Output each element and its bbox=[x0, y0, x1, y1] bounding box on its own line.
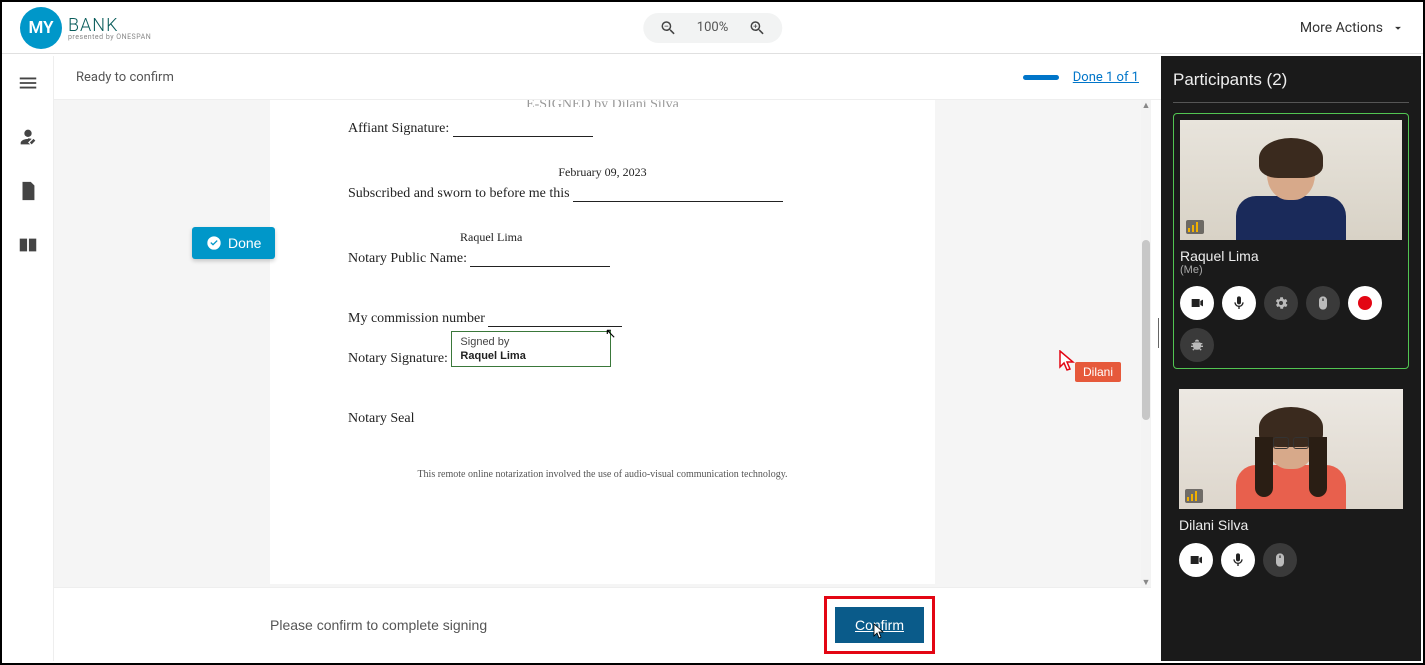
brand-logo-circle: MY bbox=[20, 7, 62, 49]
cursor-icon bbox=[873, 623, 885, 639]
confirm-highlight-box: Confirm bbox=[824, 596, 935, 654]
notary-disclaimer: This remote online notarization involved… bbox=[348, 469, 857, 480]
progress-bar bbox=[1023, 75, 1059, 80]
notary-name-label: Notary Public Name: bbox=[348, 251, 467, 266]
document-viewport[interactable]: E-SIGNED by Dilani Silva Affiant Signatu… bbox=[54, 100, 1151, 587]
more-actions-label: More Actions bbox=[1300, 20, 1383, 36]
subscribed-line bbox=[573, 186, 783, 202]
notary-name-value: Raquel Lima bbox=[460, 230, 857, 245]
document-area: Ready to confirm Done 1 of 1 E-SIGNED by… bbox=[54, 56, 1161, 661]
esigned-ghost-text: E-SIGNED by Dilani Silva bbox=[348, 100, 857, 107]
brand-logo: MY BANK presented by ONESPAN bbox=[20, 7, 151, 49]
participant-name: Raquel Lima bbox=[1180, 248, 1402, 264]
commission-number-label: My commission number bbox=[348, 311, 485, 326]
progress-indicator: Done 1 of 1 bbox=[1023, 70, 1139, 85]
check-circle-icon bbox=[206, 235, 222, 251]
footer-bar: Please confirm to complete signing Confi… bbox=[54, 587, 1151, 661]
bug-icon bbox=[1189, 337, 1205, 353]
camera-icon bbox=[1189, 295, 1205, 311]
participant-card-self: Raquel Lima (Me) bbox=[1173, 113, 1409, 369]
document-page: E-SIGNED by Dilani Silva Affiant Signatu… bbox=[270, 100, 935, 584]
signed-by-label: Signed by bbox=[460, 336, 560, 348]
affiant-signature-line bbox=[453, 121, 593, 137]
zoom-out-icon[interactable] bbox=[659, 19, 677, 37]
notary-signature-box[interactable]: ↖ Signed by Raquel Lima bbox=[451, 331, 611, 367]
done-chip-label: Done bbox=[228, 235, 261, 251]
journal-icon[interactable] bbox=[17, 234, 39, 256]
gear-icon bbox=[1273, 295, 1289, 311]
scroll-up-icon[interactable]: ▲ bbox=[1141, 100, 1151, 110]
participant-controls-self bbox=[1180, 286, 1402, 362]
left-nav bbox=[2, 56, 54, 661]
more-actions-button[interactable]: More Actions bbox=[1300, 20, 1405, 36]
settings-button[interactable] bbox=[1264, 286, 1298, 320]
mouse-icon bbox=[1272, 552, 1288, 568]
chevron-down-icon bbox=[1391, 21, 1405, 35]
scroll-down-icon[interactable]: ▼ bbox=[1141, 577, 1151, 587]
remote-cursor-label: Dilani bbox=[1075, 362, 1121, 382]
remote-cursor: Dilani bbox=[1059, 350, 1121, 382]
notary-seal-label: Notary Seal bbox=[348, 411, 414, 426]
brand-logo-subtext: presented by ONESPAN bbox=[68, 33, 151, 41]
confirm-button[interactable]: Confirm bbox=[835, 607, 924, 643]
microphone-icon bbox=[1231, 295, 1247, 311]
signature-arrow-icon: ↖ bbox=[605, 325, 617, 342]
signed-by-name: Raquel Lima bbox=[460, 350, 560, 362]
camera-toggle-button[interactable] bbox=[1180, 286, 1214, 320]
documents-icon[interactable] bbox=[17, 180, 39, 202]
virus-scan-button[interactable] bbox=[1180, 328, 1214, 362]
status-text: Ready to confirm bbox=[76, 70, 174, 85]
zoom-control: 100% bbox=[643, 13, 782, 43]
confirm-message: Please confirm to complete signing bbox=[270, 617, 487, 633]
done-count-link[interactable]: Done 1 of 1 bbox=[1073, 70, 1139, 85]
scrollbar[interactable]: ▲ ▼ bbox=[1141, 100, 1151, 587]
audio-level-icon bbox=[1185, 489, 1203, 503]
panel-divider bbox=[1173, 102, 1409, 103]
participant-sublabel: (Me) bbox=[1180, 264, 1402, 276]
top-bar: MY BANK presented by ONESPAN 100% More A… bbox=[2, 2, 1423, 54]
microphone-toggle-button[interactable] bbox=[1222, 286, 1256, 320]
participant-controls-remote bbox=[1179, 543, 1403, 577]
notary-name-line bbox=[470, 251, 610, 267]
participants-panel: Participants (2) Raquel Lima (Me) bbox=[1161, 56, 1421, 661]
participant-card-remote: Dilani Silva bbox=[1173, 383, 1409, 583]
affiant-signature-label: Affiant Signature: bbox=[348, 121, 449, 136]
audio-level-icon bbox=[1186, 220, 1204, 234]
remote-control-button[interactable] bbox=[1306, 286, 1340, 320]
signer-icon[interactable] bbox=[17, 126, 39, 148]
notary-signature-label: Notary Signature: bbox=[348, 351, 448, 366]
main-area: Ready to confirm Done 1 of 1 E-SIGNED by… bbox=[2, 56, 1161, 661]
scroll-thumb[interactable] bbox=[1142, 240, 1150, 420]
remote-control-button[interactable] bbox=[1263, 543, 1297, 577]
mouse-icon bbox=[1315, 295, 1331, 311]
camera-toggle-button[interactable] bbox=[1179, 543, 1213, 577]
zoom-in-icon[interactable] bbox=[748, 19, 766, 37]
done-chip[interactable]: Done bbox=[192, 227, 275, 259]
record-button[interactable] bbox=[1348, 286, 1382, 320]
status-bar: Ready to confirm Done 1 of 1 bbox=[54, 56, 1161, 100]
hamburger-menu-icon[interactable] bbox=[17, 72, 39, 94]
sworn-date-value: February 09, 2023 bbox=[348, 165, 857, 180]
microphone-icon bbox=[1230, 552, 1246, 568]
cursor-pointer-icon bbox=[1059, 350, 1075, 372]
record-icon bbox=[1358, 296, 1372, 310]
participants-title: Participants (2) bbox=[1173, 70, 1287, 90]
camera-icon bbox=[1188, 552, 1204, 568]
video-feed-remote bbox=[1179, 389, 1403, 509]
microphone-toggle-button[interactable] bbox=[1221, 543, 1255, 577]
zoom-level-text: 100% bbox=[697, 20, 728, 35]
video-feed-self bbox=[1180, 120, 1402, 240]
commission-number-line bbox=[488, 311, 622, 327]
subscribed-label: Subscribed and sworn to before me this bbox=[348, 186, 570, 201]
participant-name: Dilani Silva bbox=[1179, 517, 1403, 533]
